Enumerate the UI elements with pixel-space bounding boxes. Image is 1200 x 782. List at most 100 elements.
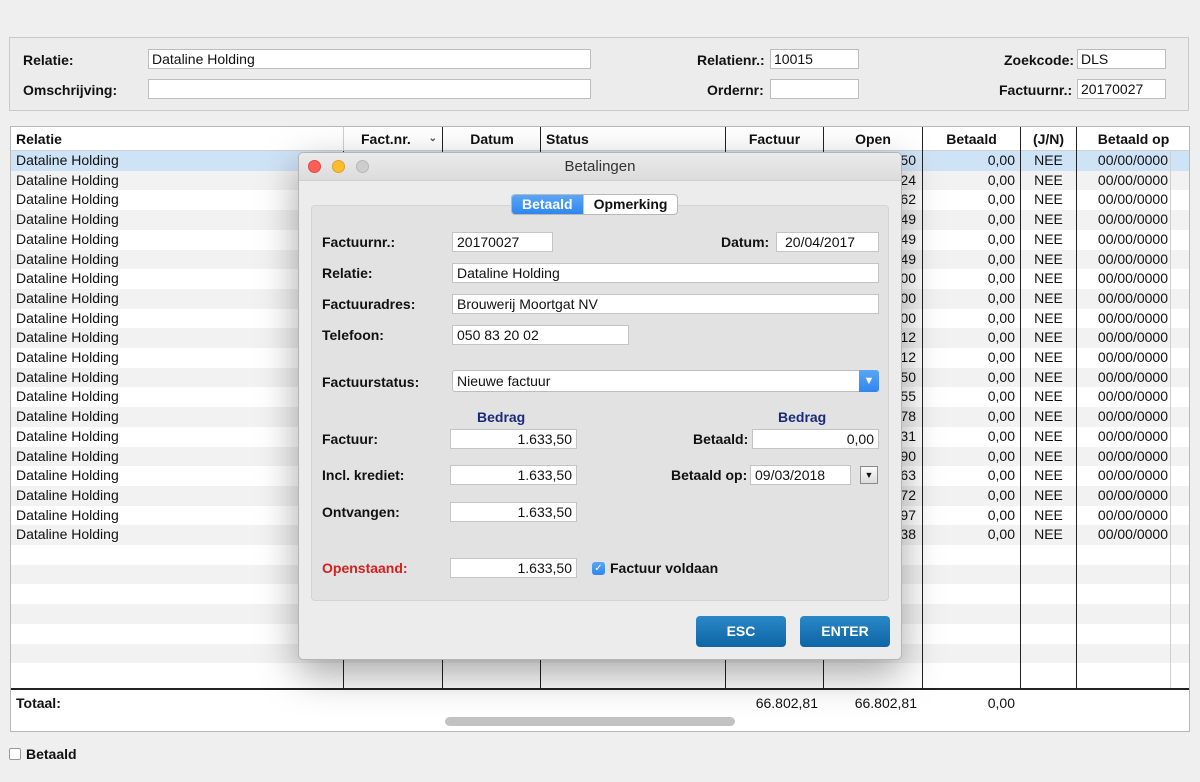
table-row[interactable] (11, 663, 1189, 683)
incl-krediet-label: Incl. krediet: (322, 467, 405, 483)
col-header-factuur[interactable]: Factuur (725, 127, 824, 151)
cell-betaald: 0,00 (987, 388, 1015, 405)
cell-relatie: Dataline Holding (16, 349, 119, 365)
cell-relatie: Dataline Holding (16, 289, 119, 306)
cell-relatie: Dataline Holding (16, 486, 119, 503)
horizontal-scrollbar[interactable] (445, 717, 735, 726)
zoekcode-field[interactable]: DLS (1077, 49, 1166, 69)
factuurnr-field[interactable]: 20170027 (452, 232, 553, 252)
cell-jn: NEE (1034, 191, 1063, 208)
totals-label: Totaal: (16, 695, 61, 711)
cell-betaald: 0,00 (987, 408, 1015, 425)
tab-betaald[interactable]: Betaald (512, 195, 583, 214)
col-header-datum[interactable]: Datum (443, 127, 541, 151)
openstaand-field[interactable]: 1.633,50 (450, 558, 577, 578)
cell-relatie: Dataline Holding (16, 230, 119, 247)
dialog-tabs: Betaald Opmerking (511, 194, 679, 215)
column-divider (1170, 151, 1171, 688)
factuur-label: Factuur: (322, 431, 378, 447)
column-divider (343, 127, 344, 151)
cell-jn: NEE (1034, 270, 1063, 287)
dialog-titlebar[interactable]: Betalingen (299, 153, 901, 181)
cell-betaald-op: 00/00/0000 (1097, 329, 1168, 346)
betaald-filter[interactable]: Betaald (9, 746, 77, 762)
cell-betaald-op: 00/00/0000 (1097, 506, 1168, 523)
cell-betaald: 0,00 (987, 171, 1015, 188)
factuur-voldaan-checkbox[interactable]: ✓ Factuur voldaan (592, 560, 718, 576)
cell-relatie: Dataline Holding (16, 467, 119, 484)
factuurnr-field[interactable]: 20170027 (1077, 79, 1166, 99)
datum-label: Datum: (721, 234, 770, 250)
omschrijving-label: Omschrijving: (23, 82, 118, 98)
tab-opmerking[interactable]: Opmerking (582, 195, 678, 214)
cell-betaald-op: 00/00/0000 (1097, 309, 1168, 326)
cell-jn: NEE (1034, 289, 1063, 306)
col-header-open[interactable]: Open (824, 127, 922, 151)
factuuradres-field[interactable]: Brouwerij Moortgat NV (452, 294, 879, 314)
zoekcode-label: Zoekcode: (1004, 52, 1075, 68)
cell-betaald-op: 00/00/0000 (1097, 191, 1168, 208)
col-header-jn[interactable]: (J/N) (1021, 127, 1076, 151)
cell-jn: NEE (1034, 230, 1063, 247)
factuur-amount-field[interactable]: 1.633,50 (450, 429, 577, 449)
cell-jn: NEE (1034, 211, 1063, 228)
factuurstatus-select[interactable]: Nieuwe factuur ▼ (452, 370, 879, 392)
cell-betaald: 0,00 (987, 250, 1015, 267)
table-header: Relatie Fact.nr. ⌄ Datum Status Factuur … (11, 127, 1189, 151)
omschrijving-field[interactable] (148, 79, 591, 99)
relatienr-field[interactable]: 10015 (770, 49, 859, 69)
filter-panel: Relatie: Dataline Holding Omschrijving: … (9, 37, 1189, 111)
telefoon-field[interactable]: 050 83 20 02 (452, 325, 629, 345)
cell-jn: NEE (1034, 526, 1063, 543)
col-header-betaald[interactable]: Betaald (922, 127, 1021, 151)
col-header-factnr[interactable]: Fact.nr. ⌄ (343, 127, 443, 151)
cell-jn: NEE (1034, 506, 1063, 523)
ordernr-field[interactable] (770, 79, 859, 99)
factuur-voldaan-label: Factuur voldaan (610, 560, 719, 576)
relatie-field[interactable]: Dataline Holding (452, 263, 879, 283)
ordernr-label: Ordernr: (707, 82, 764, 98)
col-header-status[interactable]: Status (541, 127, 725, 151)
dialog-title: Betalingen (564, 158, 636, 175)
cell-betaald-op: 00/00/0000 (1097, 230, 1168, 247)
column-divider (1020, 127, 1021, 716)
cell-jn: NEE (1034, 447, 1063, 464)
chevron-down-icon[interactable]: ▼ (859, 370, 879, 392)
cell-betaald-op: 00/00/0000 (1097, 408, 1168, 425)
col-header-betaald-op[interactable]: Betaald op (1076, 127, 1189, 151)
cell-relatie: Dataline Holding (16, 152, 119, 168)
cell-betaald: 0,00 (987, 289, 1015, 306)
betaald-amount-field[interactable]: 0,00 (752, 429, 879, 449)
ontvangen-label: Ontvangen: (322, 504, 400, 520)
relatie-field[interactable]: Dataline Holding (148, 49, 591, 69)
betaald-checkbox[interactable] (9, 748, 21, 760)
incl-krediet-field[interactable]: 1.633,50 (450, 465, 577, 485)
cell-jn: NEE (1034, 368, 1063, 385)
cell-relatie: Dataline Holding (16, 388, 119, 405)
chevron-down-icon[interactable]: ⌄ (429, 127, 437, 151)
cell-relatie: Dataline Holding (16, 250, 119, 267)
cell-betaald: 0,00 (987, 506, 1015, 523)
calendar-dropdown-icon[interactable]: ▼ (860, 466, 878, 484)
datum-field[interactable]: 20/04/2017 (776, 232, 879, 252)
enter-button[interactable]: ENTER (800, 616, 890, 647)
betaald-op-field[interactable]: 09/03/2018 (750, 465, 851, 485)
cell-relatie: Dataline Holding (16, 506, 119, 523)
cell-jn: NEE (1034, 250, 1063, 267)
cell-relatie: Dataline Holding (16, 211, 119, 228)
cell-jn: NEE (1034, 309, 1063, 326)
cell-betaald: 0,00 (987, 526, 1015, 543)
cell-betaald: 0,00 (987, 211, 1015, 228)
cell-betaald-op: 00/00/0000 (1097, 152, 1168, 168)
cell-relatie: Dataline Holding (16, 368, 119, 385)
col-header-relatie[interactable]: Relatie (11, 127, 343, 151)
checkmark-icon[interactable]: ✓ (592, 561, 605, 575)
cell-betaald-op: 00/00/0000 (1097, 368, 1168, 385)
cell-betaald: 0,00 (987, 309, 1015, 326)
cell-betaald-op: 00/00/0000 (1097, 427, 1168, 444)
esc-button[interactable]: ESC (696, 616, 786, 647)
ontvangen-field[interactable]: 1.633,50 (450, 502, 577, 522)
betaald-label: Betaald: (693, 431, 749, 447)
cell-relatie: Dataline Holding (16, 329, 119, 346)
relatie-label: Relatie: (322, 265, 373, 281)
